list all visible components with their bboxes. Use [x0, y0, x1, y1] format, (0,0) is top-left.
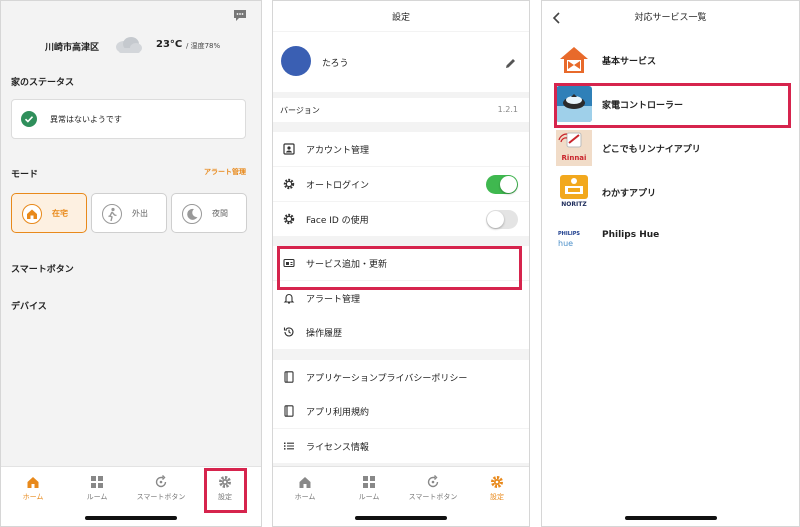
home-indicator [355, 516, 447, 520]
settings-item-privacy-policy[interactable]: アプリケーションプライバシーポリシー [273, 360, 529, 394]
document-icon [284, 405, 294, 417]
home-screen: 川崎市高津区 23°C / 湿度78% 家のステータス 異常はないようです モー… [0, 0, 262, 527]
gear-icon [491, 476, 503, 488]
alert-management-link[interactable]: アラート管理 [204, 167, 246, 177]
refresh-icon [427, 475, 439, 488]
settings-item-add-service[interactable]: サービス追加・更新 [273, 246, 529, 280]
tab-settings[interactable]: 設定 [193, 475, 257, 502]
service-item-appliance-controller[interactable]: 家電コントローラー [542, 83, 799, 127]
history-icon [283, 327, 294, 337]
status-card[interactable]: 異常はないようです [11, 99, 246, 139]
tab-room[interactable]: ルーム [65, 475, 129, 502]
mode-label: 外出 [132, 209, 148, 218]
settings-item-auto-login: オートログイン [273, 167, 529, 201]
edit-pencil-icon[interactable] [504, 55, 517, 74]
tab-smart-button[interactable]: スマートボタン [129, 475, 193, 502]
home-status-title: 家のステータス [11, 78, 75, 88]
list-icon [284, 442, 294, 450]
tab-home[interactable]: ホーム [273, 475, 337, 502]
tab-room[interactable]: ルーム [337, 475, 401, 502]
temperature-label: 23°C [156, 39, 183, 50]
version-row: バージョン 1.2.1 [273, 98, 529, 122]
profile-row[interactable]: たろう [273, 32, 529, 92]
page-title: 対応サービス一覧 [634, 13, 707, 23]
avatar [281, 46, 311, 76]
gear-icon [283, 178, 295, 190]
moon-icon [182, 204, 202, 224]
location-label: 川崎市高津区 [45, 43, 100, 53]
basic-service-logo [556, 42, 592, 78]
account-card-icon [283, 143, 295, 155]
chat-icon[interactable] [233, 7, 247, 26]
mode-button-night[interactable]: 夜間 [171, 193, 247, 233]
grid-icon [91, 476, 103, 488]
refresh-icon [155, 475, 167, 488]
settings-item-license[interactable]: ライセンス情報 [273, 429, 529, 463]
tab-smart-button[interactable]: スマートボタン [401, 475, 465, 502]
settings-item-account[interactable]: アカウント管理 [273, 132, 529, 166]
settings-item-face-id: Face ID の使用 [273, 202, 529, 236]
home-indicator [624, 516, 717, 520]
settings-item-alert[interactable]: アラート管理 [273, 281, 529, 315]
nav-bar: 対応サービス一覧 [542, 1, 799, 31]
settings-item-history[interactable]: 操作履歴 [273, 315, 529, 349]
service-item-philips-hue[interactable]: PHILIPS hue Philips Hue [542, 215, 799, 259]
page-title: 設定 [391, 13, 410, 23]
walking-person-icon [102, 204, 122, 224]
nav-bar: 設定 [273, 1, 529, 31]
bell-icon [283, 294, 295, 304]
philips-hue-logo: PHILIPS hue [558, 231, 581, 248]
mode-label: 夜間 [212, 209, 228, 218]
smart-button-title: スマートボタン [11, 265, 74, 275]
mode-label: 在宅 [52, 209, 68, 218]
noritz-logo: NORITZ [556, 174, 592, 210]
service-list-screen: 対応サービス一覧 基本サービス 家電コントローラー Rinnai どこでもリンナ… [541, 0, 800, 527]
tab-settings[interactable]: 設定 [465, 475, 529, 502]
settings-screen: 設定 たろう バージョン 1.2.1 アカウント管理 オートログイン Face … [272, 0, 530, 527]
face-id-toggle[interactable] [486, 210, 518, 229]
user-name: たろう [322, 59, 349, 69]
rinnai-logo: Rinnai [556, 130, 592, 166]
version-value: 1.2.1 [497, 105, 518, 114]
gear-icon [219, 476, 231, 488]
cloud-icon [113, 35, 143, 59]
status-message: 異常はないようです [50, 115, 122, 124]
home-icon [27, 477, 39, 488]
devices-title: デバイス [11, 302, 47, 312]
home-indicator [85, 516, 177, 520]
weather-header: 川崎市高津区 23°C / 湿度78% [1, 35, 261, 57]
mode-button-away[interactable]: 外出 [91, 193, 167, 233]
version-label: バージョン [280, 106, 320, 115]
home-icon [22, 204, 42, 224]
settings-item-terms[interactable]: アプリ利用規約 [273, 394, 529, 428]
humidity-label: / 湿度78% [186, 42, 221, 50]
appliance-controller-logo [556, 86, 592, 122]
check-icon [21, 111, 37, 131]
service-item-basic[interactable]: 基本サービス [542, 39, 799, 83]
service-item-noritz[interactable]: NORITZ わかすアプリ [542, 171, 799, 215]
mode-title: モード [11, 170, 39, 180]
grid-icon [363, 476, 375, 488]
document-icon [284, 371, 294, 383]
gear-icon [283, 213, 295, 225]
home-icon [299, 477, 311, 488]
tab-home[interactable]: ホーム [1, 475, 65, 502]
mode-button-home[interactable]: 在宅 [11, 193, 87, 233]
auto-login-toggle[interactable] [486, 175, 518, 194]
service-item-rinnai[interactable]: Rinnai どこでもリンナイアプリ [542, 127, 799, 171]
service-icon [283, 258, 295, 268]
